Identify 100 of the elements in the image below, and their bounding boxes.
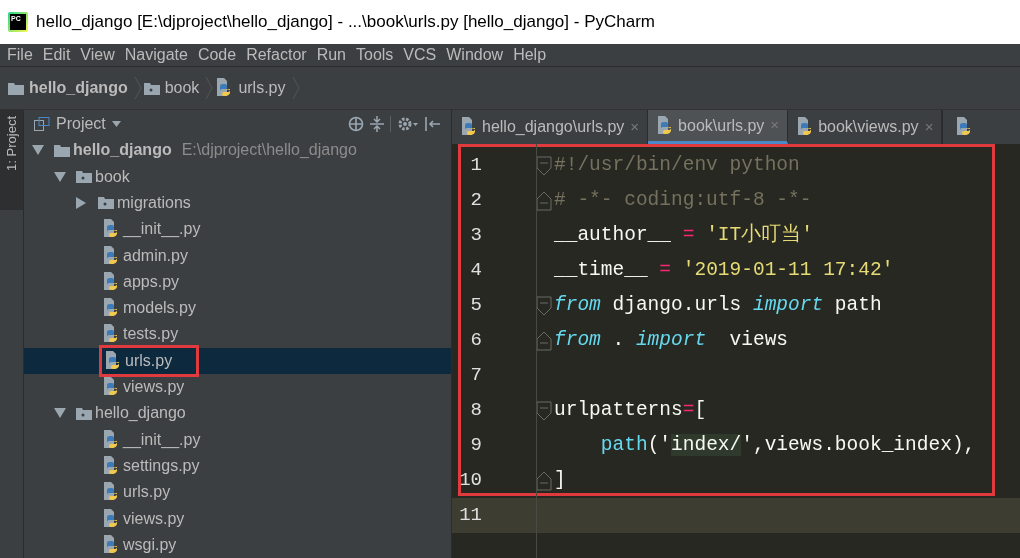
code-line: # -*- coding:utf-8 -*- bbox=[554, 187, 812, 213]
dropdown-icon[interactable] bbox=[111, 120, 121, 127]
fold-marker-icon[interactable] bbox=[536, 470, 552, 491]
expanded-arrow-icon[interactable] bbox=[32, 145, 44, 156]
tab-label: book\urls.py bbox=[678, 115, 765, 136]
python-file-icon bbox=[102, 245, 120, 266]
code-line: from django.urls import path bbox=[554, 292, 882, 318]
panel-title[interactable]: Project bbox=[56, 111, 106, 136]
python-file-icon bbox=[102, 324, 120, 345]
code-line: __author__ = 'IT小叮当' bbox=[554, 222, 813, 248]
settings-icon[interactable] bbox=[397, 115, 419, 132]
hide-panel-icon[interactable] bbox=[425, 116, 441, 131]
tab-label: hello_django\urls.py bbox=[482, 117, 625, 137]
tree-label: settings.py bbox=[123, 455, 200, 476]
menu-item[interactable]: Window bbox=[441, 43, 509, 67]
menu-item[interactable]: Tools bbox=[351, 43, 399, 67]
menu-item[interactable]: VCS bbox=[398, 43, 442, 67]
tree-item[interactable]: book bbox=[24, 163, 451, 190]
python-file-icon bbox=[102, 219, 120, 240]
expanded-arrow-icon[interactable] bbox=[54, 408, 66, 419]
tree-item[interactable]: urls.py bbox=[24, 347, 451, 374]
tree-label: admin.py bbox=[123, 245, 188, 266]
menu-item[interactable]: Navigate bbox=[119, 43, 193, 67]
tree-item[interactable]: views.py bbox=[24, 373, 451, 401]
collapsed-arrow-icon[interactable] bbox=[76, 197, 86, 209]
menu-item[interactable]: Help bbox=[508, 43, 552, 67]
tree-label: models.py bbox=[123, 298, 196, 319]
tree-label: wsgi.py bbox=[123, 534, 177, 555]
python-file-icon bbox=[102, 482, 120, 503]
editor-tab[interactable]: book\urls.py × bbox=[648, 110, 789, 144]
fold-marker-icon[interactable] bbox=[536, 155, 552, 176]
tree-label: tests.py bbox=[123, 324, 179, 345]
tree-item[interactable]: hello_django E:\djproject\hello_django bbox=[24, 137, 451, 164]
python-file-icon bbox=[102, 455, 120, 476]
python-file-icon bbox=[460, 117, 478, 137]
tree-label: __init__.py bbox=[123, 429, 201, 451]
python-file-icon bbox=[102, 298, 120, 319]
menu-item[interactable]: Code bbox=[192, 43, 242, 67]
menu-item[interactable]: Edit bbox=[37, 43, 76, 67]
line-number: 10 bbox=[458, 468, 482, 494]
menu-item[interactable]: View bbox=[75, 43, 120, 67]
tree-item[interactable]: __init__.py bbox=[24, 216, 451, 243]
project-icon bbox=[34, 116, 50, 131]
tree-item[interactable]: models.py bbox=[24, 295, 451, 322]
line-number: 8 bbox=[469, 398, 482, 424]
tree-item[interactable]: __init__.py bbox=[24, 426, 451, 453]
line-number: 6 bbox=[469, 328, 482, 354]
tree-label: migrations bbox=[117, 193, 191, 213]
expanded-arrow-icon[interactable] bbox=[54, 171, 66, 182]
tree-label: book bbox=[95, 166, 130, 187]
python-file-icon bbox=[102, 534, 120, 555]
line-number: 4 bbox=[469, 258, 482, 284]
locate-icon[interactable] bbox=[348, 115, 364, 132]
tree-item[interactable]: urls.py bbox=[24, 479, 451, 506]
tree-label: hello_django bbox=[95, 403, 186, 424]
menu-item[interactable]: Run bbox=[311, 43, 351, 67]
tree-item[interactable]: tests.py bbox=[24, 321, 451, 348]
tree-item[interactable]: hello_django bbox=[24, 400, 451, 427]
tree-label: __init__.py bbox=[123, 219, 201, 240]
python-file-icon bbox=[102, 271, 120, 292]
line-number: 9 bbox=[469, 433, 482, 459]
code-line: ] bbox=[554, 467, 566, 493]
breadcrumb-item[interactable]: book bbox=[143, 76, 204, 100]
menu-item[interactable]: Refactor bbox=[241, 43, 312, 67]
folder-icon bbox=[54, 143, 70, 157]
breadcrumb-item[interactable]: hello_django bbox=[8, 76, 132, 100]
code-line: path('index/',views.book_index), bbox=[599, 432, 976, 458]
package-folder-icon bbox=[76, 170, 92, 184]
fold-marker-icon[interactable] bbox=[536, 190, 552, 211]
fold-marker-icon[interactable] bbox=[536, 330, 552, 351]
tree-item[interactable]: apps.py bbox=[24, 268, 451, 296]
tree-item[interactable]: admin.py bbox=[24, 242, 451, 269]
tree-item[interactable]: settings.py bbox=[24, 452, 451, 480]
tree-item[interactable]: migrations bbox=[24, 189, 451, 217]
folder-icon bbox=[8, 81, 24, 95]
collapse-icon[interactable] bbox=[370, 115, 384, 132]
package-folder-icon bbox=[98, 196, 114, 210]
line-number: 11 bbox=[458, 503, 482, 529]
code-line: __time__ = '2019-01-11 17:42' bbox=[554, 257, 894, 283]
project-path: E:\djproject\hello_django bbox=[181, 140, 357, 161]
tool-window-tab[interactable]: 1: Project bbox=[0, 110, 23, 210]
package-folder-icon bbox=[76, 406, 92, 420]
tree-label: views.py bbox=[123, 508, 185, 529]
python-file-icon bbox=[102, 429, 120, 450]
fold-marker-icon[interactable] bbox=[536, 400, 552, 421]
menu-item[interactable]: File bbox=[2, 43, 38, 67]
tree-item[interactable]: views.py bbox=[24, 505, 451, 532]
tree-label: hello_django bbox=[73, 140, 172, 161]
python-file-icon bbox=[102, 377, 120, 398]
tree-item[interactable]: wsgi.py bbox=[24, 531, 451, 558]
line-number: 7 bbox=[469, 363, 482, 389]
python-file-icon bbox=[104, 350, 122, 371]
line-number: 2 bbox=[469, 188, 482, 214]
line-number: 3 bbox=[469, 223, 482, 249]
code-line: from . import views bbox=[554, 327, 789, 353]
tool-window-label: 1: Project bbox=[2, 116, 20, 171]
line-number: 1 bbox=[469, 153, 482, 179]
breadcrumb-item[interactable]: urls.py bbox=[215, 76, 290, 100]
tree-label: urls.py bbox=[125, 350, 173, 371]
fold-marker-icon[interactable] bbox=[536, 295, 552, 316]
